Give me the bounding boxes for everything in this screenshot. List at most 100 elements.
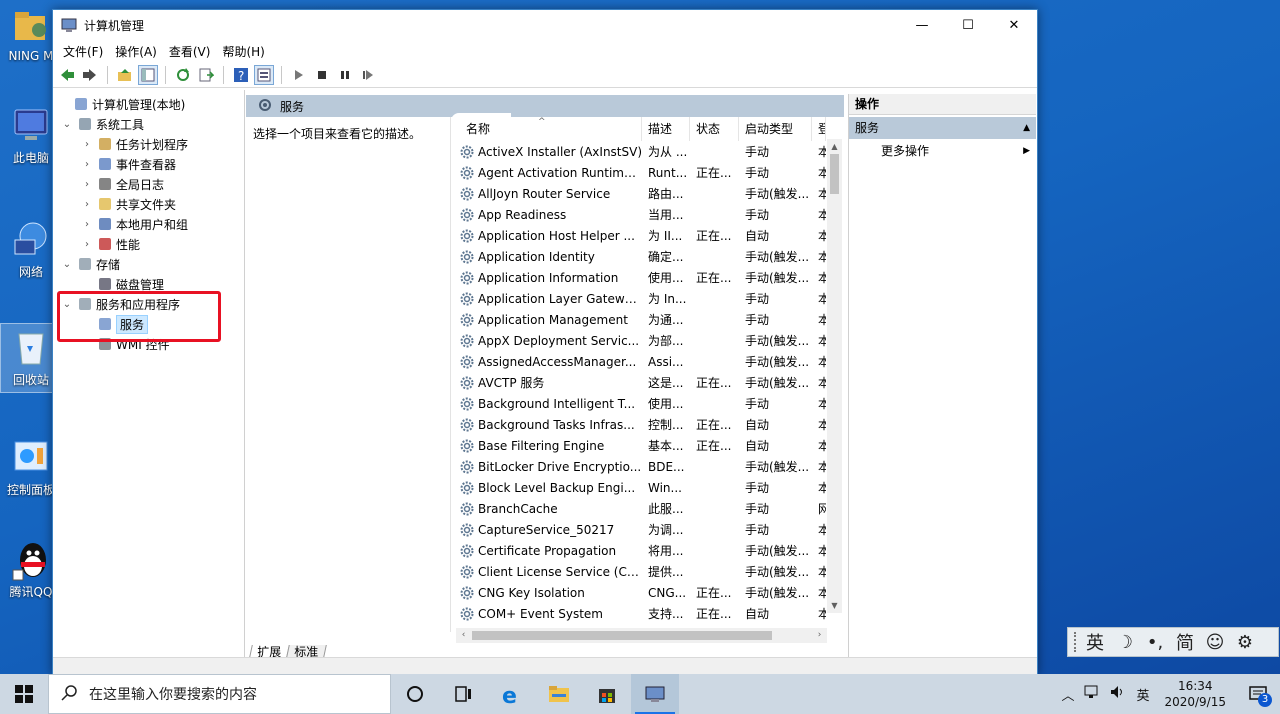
horizontal-scrollbar[interactable]: ‹ › [456, 628, 827, 643]
column-header-logon[interactable]: 登 [812, 117, 826, 141]
service-row[interactable]: Certificate Propagation 将用... 手动(触发... 本 [456, 540, 842, 561]
computer-management-taskbar-icon[interactable] [631, 674, 679, 714]
ime-emoji-icon[interactable]: ☺ [1203, 632, 1227, 653]
service-row[interactable]: BitLocker Drive Encryptio... BDE... 手动(触发.… [456, 456, 842, 477]
actions-section-services[interactable]: 服务 ▲ [849, 117, 1036, 139]
drag-grip-icon[interactable] [1074, 632, 1077, 652]
chevron-right-icon[interactable]: › [81, 159, 93, 170]
service-row[interactable]: AssignedAccessManager... Assi... 手动(触发... 本 [456, 351, 842, 372]
chevron-down-icon[interactable]: ⌄ [61, 119, 73, 130]
service-row[interactable]: Background Intelligent T... 使用... 手动 本 [456, 393, 842, 414]
ime-punctuation-icon[interactable]: •, [1143, 632, 1167, 653]
menu-file[interactable]: 文件(F) [57, 43, 109, 60]
tree-item[interactable]: 计算机管理(本地) [53, 94, 244, 114]
service-row[interactable]: Application Information 使用... 正在... 手动(触发..… [456, 267, 842, 288]
menu-help[interactable]: 帮助(H) [216, 43, 270, 60]
service-row[interactable]: Background Tasks Infras... 控制... 正在... 自动 本 [456, 414, 842, 435]
service-row[interactable]: Application Host Helper ... 为 II... 正在... 自… [456, 225, 842, 246]
service-name: AssignedAccessManager... [478, 354, 637, 369]
show-hide-tree-icon[interactable] [138, 64, 158, 85]
ime-settings-icon[interactable]: ⚙ [1233, 632, 1257, 653]
column-header-status[interactable]: 状态 [690, 117, 739, 141]
chevron-right-icon[interactable]: › [81, 139, 93, 150]
tree-item[interactable]: ⌄ 系统工具 [53, 114, 244, 134]
cortana-icon[interactable] [391, 674, 439, 714]
forward-arrow-icon[interactable] [80, 65, 100, 85]
title-bar[interactable]: 计算机管理 — ☐ ✕ [53, 10, 1037, 40]
tree-item[interactable]: › 本地用户和组 [53, 214, 244, 234]
scroll-thumb[interactable] [472, 631, 772, 640]
back-arrow-icon[interactable] [57, 65, 77, 85]
action-center-icon[interactable]: 3 [1236, 674, 1280, 714]
service-row[interactable]: App Readiness 当用... 手动 本 [456, 204, 842, 225]
service-row[interactable]: Block Level Backup Engi... Win... 手动 本 [456, 477, 842, 498]
vertical-scrollbar[interactable]: ▲ ▼ [827, 139, 842, 613]
help-icon[interactable]: ? [231, 65, 251, 85]
tree-item[interactable]: › 性能 [53, 234, 244, 254]
column-header-description[interactable]: 描述 [642, 117, 690, 141]
service-row[interactable]: Base Filtering Engine 基本... 正在... 自动 本 [456, 435, 842, 456]
column-header-startup-type[interactable]: 启动类型 [739, 117, 812, 141]
service-name: AllJoyn Router Service [478, 186, 611, 201]
refresh-icon[interactable] [173, 65, 193, 85]
close-button[interactable]: ✕ [991, 10, 1037, 40]
service-row[interactable]: ActiveX Installer (AxInstSV) 为从 ... 手动 本 [456, 141, 842, 162]
scroll-left-icon[interactable]: ‹ [456, 628, 471, 643]
service-row[interactable]: Application Layer Gatewa... 为 In... 手动 本 [456, 288, 842, 309]
tree-item[interactable]: › 共享文件夹 [53, 194, 244, 214]
scroll-right-icon[interactable]: › [812, 628, 827, 643]
service-row[interactable]: COM+ Event System 支持... 正在... 自动 本 [456, 603, 842, 624]
file-explorer-icon[interactable] [535, 674, 583, 714]
menu-view[interactable]: 查看(V) [163, 43, 217, 60]
collapse-up-icon[interactable]: ▲ [1023, 117, 1030, 139]
more-actions-item[interactable]: 更多操作 ▶ [849, 139, 1036, 163]
start-button[interactable] [0, 674, 48, 714]
start-service-icon[interactable] [289, 65, 309, 85]
restart-service-icon[interactable] [358, 65, 378, 85]
clock[interactable]: 16:34 2020/9/15 [1154, 678, 1236, 710]
service-row[interactable]: CNG Key Isolation CNG... 正在... 手动(触发... 本 [456, 582, 842, 603]
tree-item[interactable]: › 全局日志 [53, 174, 244, 194]
column-header-name[interactable]: ^ 名称 [456, 117, 642, 141]
pause-service-icon[interactable] [335, 65, 355, 85]
chevron-down-icon[interactable]: ⌄ [61, 259, 73, 270]
service-row[interactable]: AllJoyn Router Service 路由... 手动(触发... 本 [456, 183, 842, 204]
scroll-down-icon[interactable]: ▼ [827, 598, 842, 613]
tray-expand-icon[interactable]: ︿ [1056, 685, 1079, 704]
scroll-thumb[interactable] [830, 154, 839, 194]
network-tray-icon[interactable] [1079, 685, 1105, 703]
service-row[interactable]: Agent Activation Runtime... Runt... 正在... 手… [456, 162, 842, 183]
input-language-indicator[interactable]: 英 [1131, 685, 1154, 704]
service-row[interactable]: Client License Service (Cli... 提供... 手动(触发… [456, 561, 842, 582]
edge-browser-icon[interactable]: e [487, 674, 535, 714]
ime-english-toggle[interactable]: 英 [1083, 629, 1107, 655]
chevron-right-icon[interactable]: › [81, 219, 93, 230]
service-row[interactable]: Application Management 为通... 手动 本 [456, 309, 842, 330]
microsoft-store-icon[interactable] [583, 674, 631, 714]
chevron-right-icon[interactable]: › [81, 239, 93, 250]
up-folder-icon[interactable] [115, 65, 135, 85]
service-row[interactable]: Application Identity 确定... 手动(触发... 本 [456, 246, 842, 267]
service-row[interactable]: CaptureService_50217 为调... 手动 本 [456, 519, 842, 540]
menu-action[interactable]: 操作(A) [109, 43, 163, 60]
ime-moon-icon[interactable]: ☽ [1113, 632, 1137, 653]
task-view-icon[interactable] [439, 674, 487, 714]
chevron-right-icon[interactable]: › [81, 199, 93, 210]
service-row[interactable]: AVCTP 服务 这是... 正在... 手动(触发... 本 [456, 372, 842, 393]
volume-icon[interactable] [1105, 685, 1131, 703]
minimize-button[interactable]: — [899, 10, 945, 40]
scroll-up-icon[interactable]: ▲ [827, 139, 842, 154]
tree-item[interactable]: › 任务计划程序 [53, 134, 244, 154]
service-row[interactable]: AppX Deployment Servic... 为部... 手动(触发... 本 [456, 330, 842, 351]
export-list-icon[interactable] [196, 65, 216, 85]
maximize-button[interactable]: ☐ [945, 10, 991, 40]
taskbar-search-box[interactable]: 在这里输入你要搜索的内容 [48, 674, 391, 714]
service-row[interactable]: BranchCache 此服... 手动 网 [456, 498, 842, 519]
tree-item[interactable]: ⌄ 存储 [53, 254, 244, 274]
chevron-right-icon[interactable]: › [81, 179, 93, 190]
ime-simplified-toggle[interactable]: 简 [1173, 629, 1197, 655]
tree-item[interactable]: › 事件查看器 [53, 154, 244, 174]
properties-icon[interactable] [254, 64, 274, 85]
stop-service-icon[interactable] [312, 65, 332, 85]
service-name: ActiveX Installer (AxInstSV) [478, 144, 642, 159]
